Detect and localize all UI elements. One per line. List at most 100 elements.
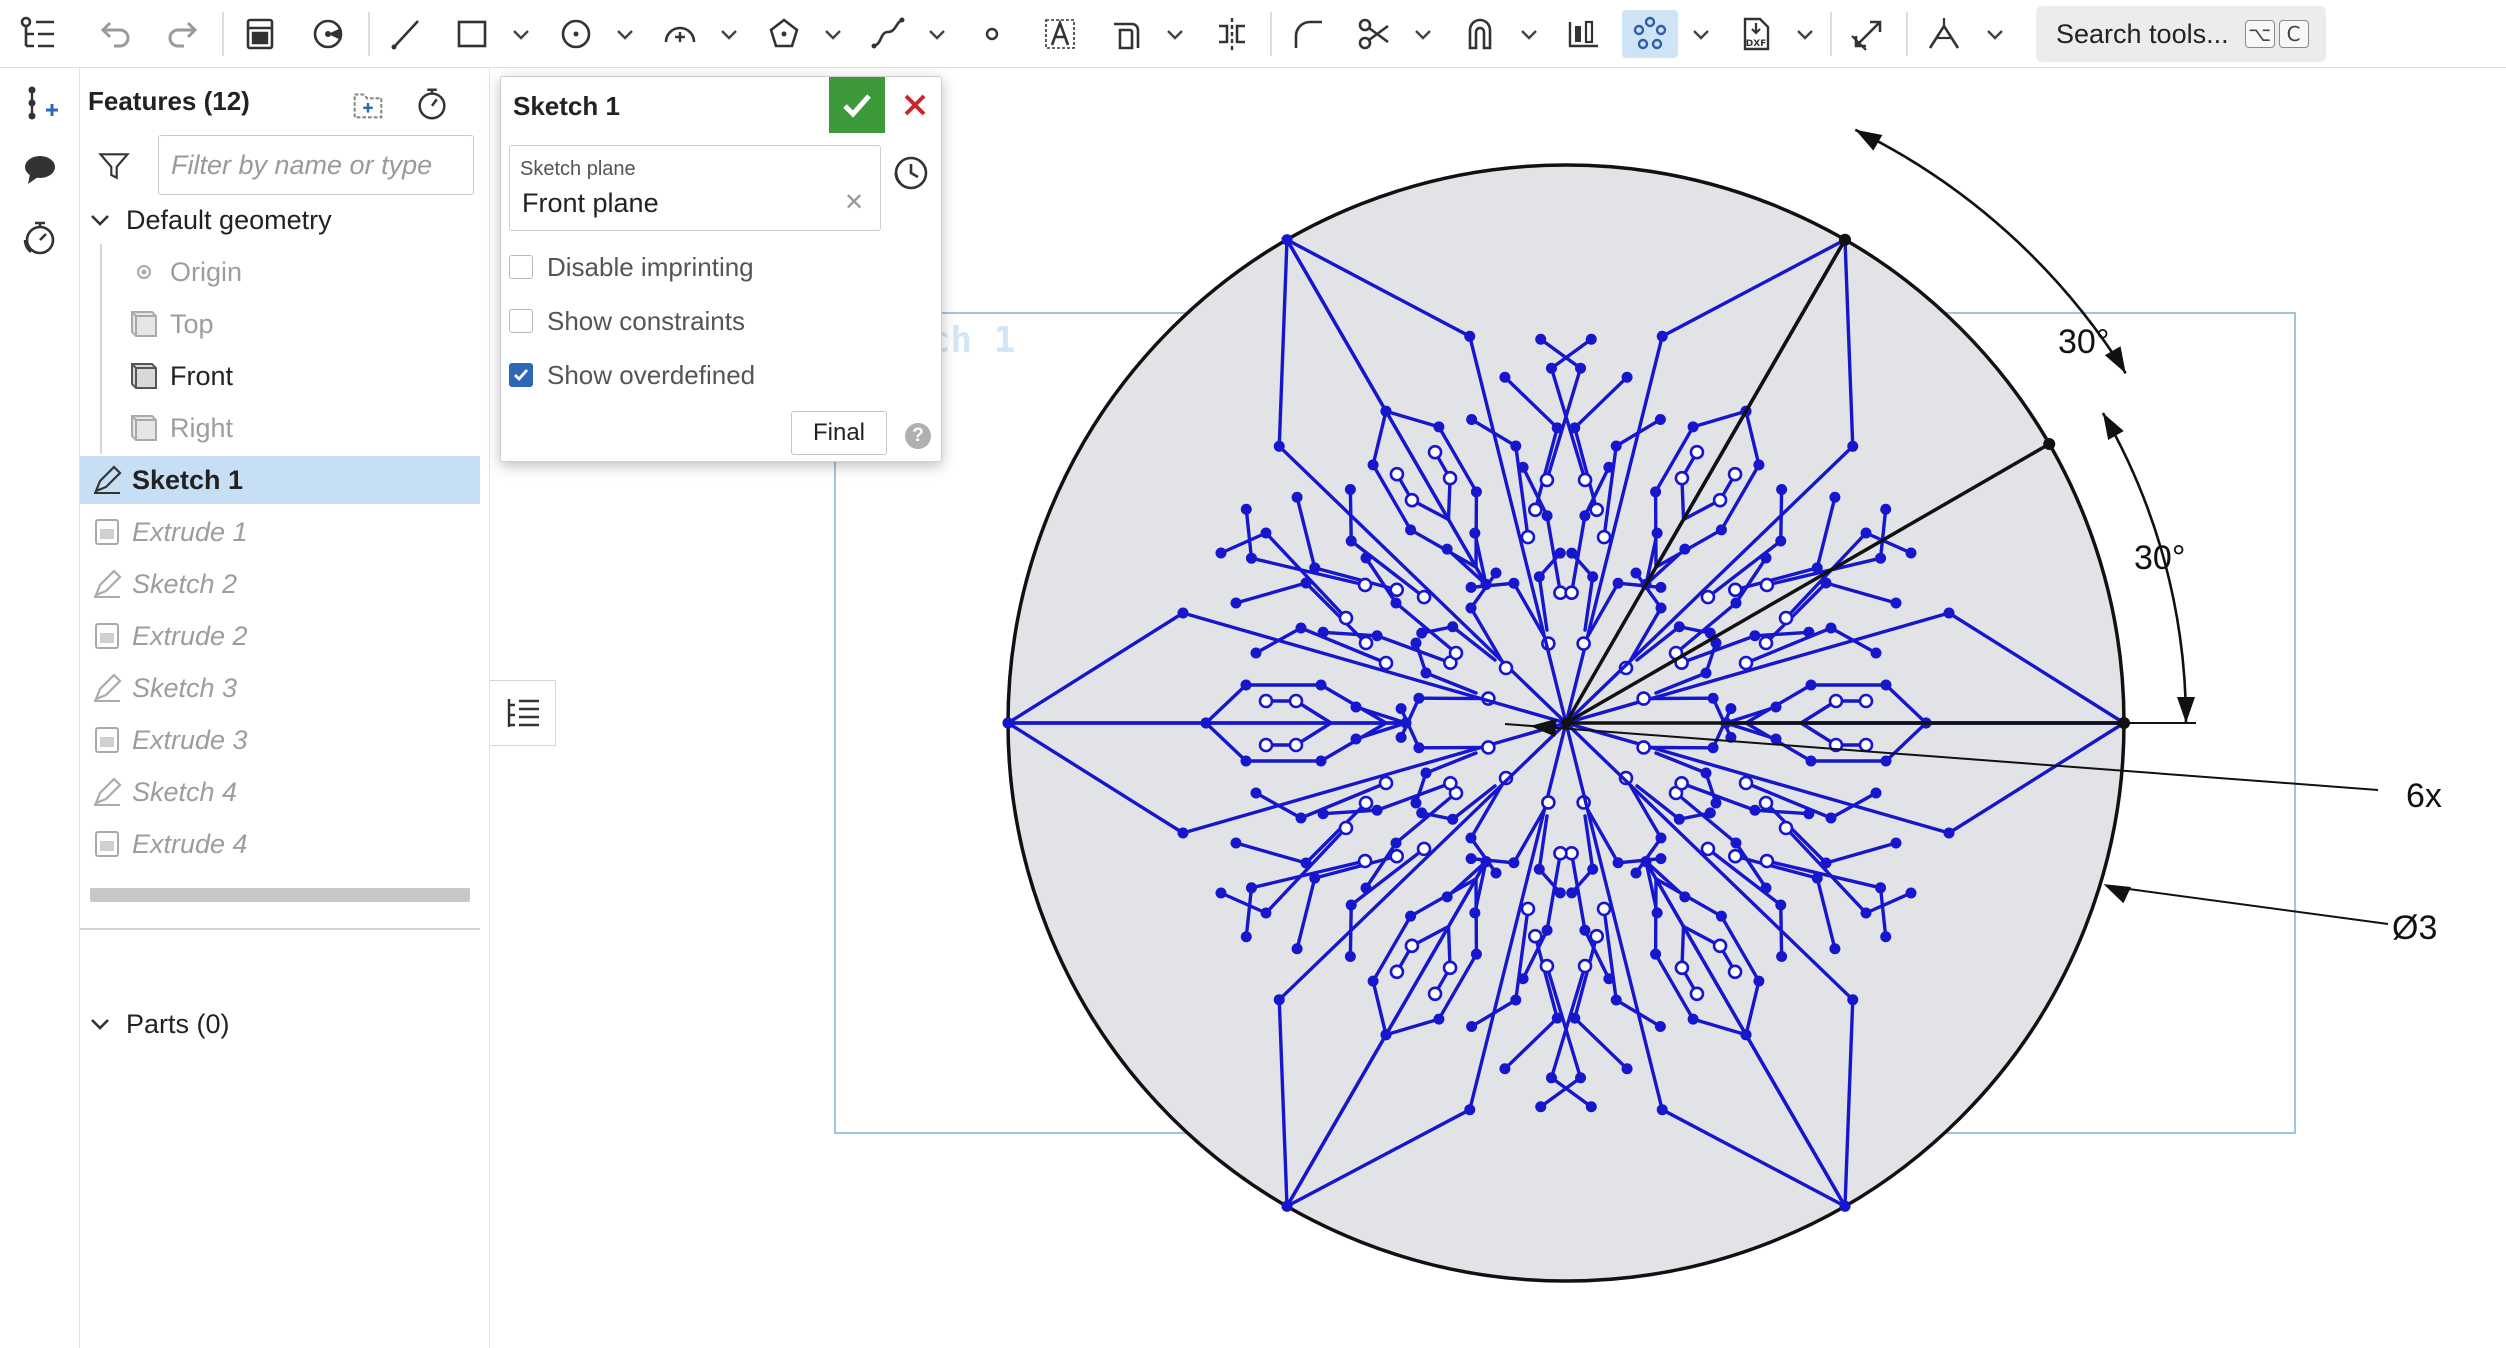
filter-icon[interactable] (92, 144, 136, 188)
chevron-down-icon[interactable] (1984, 24, 2006, 44)
sketch-point (1413, 742, 1425, 754)
arc-icon[interactable] (652, 10, 708, 58)
sketch-hollow-point (1288, 693, 1304, 709)
history-icon[interactable] (889, 151, 933, 195)
extrude-icon[interactable] (232, 10, 288, 58)
trim-icon[interactable] (1346, 10, 1402, 58)
circular-pattern-icon[interactable] (1622, 10, 1678, 58)
comment-icon[interactable] (14, 144, 66, 196)
feature-item-extrude-3[interactable]: Extrude 3 (80, 716, 480, 764)
rectangle-icon[interactable] (444, 10, 500, 58)
sketch-geometry[interactable]: Sketch 130°30°6xØ3 (834, 128, 2442, 1283)
search-tools-button[interactable]: Search tools... ⌥ C (2036, 6, 2326, 62)
add-feature-icon[interactable] (14, 76, 66, 128)
construction-icon[interactable] (1916, 10, 1972, 58)
sketch-point (1654, 414, 1666, 426)
sketch-point (1300, 857, 1312, 869)
tree-item-top[interactable]: Top (80, 300, 480, 348)
list-toggle-button[interactable] (490, 680, 556, 746)
help-icon[interactable]: ? (905, 423, 931, 449)
disable-imprinting-checkbox[interactable] (509, 255, 533, 279)
line-icon[interactable] (378, 10, 434, 58)
sketch-point (1621, 1063, 1633, 1075)
final-button[interactable]: Final (791, 411, 887, 455)
accept-button[interactable] (829, 77, 885, 133)
feature-item-extrude-1[interactable]: Extrude 1 (80, 508, 480, 556)
chevron-down-icon[interactable] (1412, 24, 1434, 44)
chevron-down-icon[interactable] (1794, 24, 1816, 44)
chevron-down-icon[interactable] (88, 208, 112, 232)
point-icon[interactable] (964, 10, 1020, 58)
sketch-point (1317, 808, 1329, 820)
use-icon[interactable] (1452, 10, 1508, 58)
feature-item-sketch-1[interactable]: Sketch 1 (80, 456, 480, 504)
sketch-point (1825, 622, 1837, 634)
parts-group[interactable]: Parts (0) (80, 1000, 480, 1048)
dxf-import-icon[interactable]: DXF (1728, 10, 1784, 58)
chevron-down-icon[interactable] (718, 24, 740, 44)
timer-icon[interactable] (14, 212, 66, 264)
cancel-button[interactable] (887, 77, 943, 133)
mirror-icon[interactable] (1204, 10, 1260, 58)
rollback-timer-icon[interactable] (410, 82, 454, 126)
redo-icon[interactable] (156, 10, 212, 58)
show-constraints-checkbox[interactable] (509, 309, 533, 333)
tree-item-label: Origin (170, 256, 243, 287)
default-geometry-group[interactable]: Default geometry (80, 196, 480, 244)
sketch-plane-field[interactable]: Sketch plane Front plane ✕ (509, 145, 881, 231)
feature-item-extrude-4[interactable]: Extrude 4 (80, 820, 480, 868)
show-constraints-option[interactable]: Show constraints (509, 301, 929, 341)
tree-item-front[interactable]: Front (80, 352, 480, 400)
sketch-point (1465, 581, 1477, 593)
tree-item-origin[interactable]: Origin (80, 248, 480, 296)
option-label: Disable imprinting (547, 251, 754, 282)
sketch-point (1466, 1020, 1478, 1032)
chevron-down-icon[interactable] (1164, 24, 1186, 44)
chevron-down-icon[interactable] (614, 24, 636, 44)
sketch-point (1371, 630, 1383, 642)
sketch-hollow-point (1520, 529, 1536, 545)
origin-point (1561, 718, 1571, 728)
onshape-app: DXF Search tools... ⌥ C Features (12) Fi… (0, 0, 2506, 1348)
linear-pattern-icon[interactable] (1556, 10, 1612, 58)
sketch-hollow-point (1576, 636, 1591, 651)
clear-icon[interactable]: ✕ (844, 188, 864, 217)
tree-item-right[interactable]: Right (80, 404, 480, 452)
chevron-down-icon[interactable] (510, 24, 532, 44)
feature-item-sketch-4[interactable]: Sketch 4 (80, 768, 480, 816)
chevron-down-icon[interactable] (822, 24, 844, 44)
sketch-point (1508, 577, 1520, 589)
show-overdefined-checkbox[interactable] (509, 363, 533, 387)
feature-item-sketch-2[interactable]: Sketch 2 (80, 560, 480, 608)
rollback-bar[interactable] (90, 888, 470, 902)
feature-item-sketch-3[interactable]: Sketch 3 (80, 664, 480, 712)
dimension-icon[interactable] (1840, 10, 1896, 58)
chevron-down-icon[interactable] (926, 24, 948, 44)
chevron-down-icon[interactable] (1690, 24, 1712, 44)
sketch-point (1240, 503, 1252, 515)
feature-item-extrude-2[interactable]: Extrude 2 (80, 612, 480, 660)
undo-icon[interactable] (86, 10, 142, 58)
circle-icon[interactable] (548, 10, 604, 58)
feature-list-icon[interactable] (10, 10, 66, 58)
show-overdefined-option[interactable]: Show overdefined (509, 355, 929, 395)
sketch-point (1281, 234, 1293, 246)
spline-icon[interactable] (860, 10, 916, 58)
sketch-plane-label: Sketch plane (520, 158, 636, 180)
sketch-hollow-point (1539, 472, 1555, 488)
sketch-point (1905, 547, 1917, 559)
sketch-hollow-point (1564, 585, 1579, 601)
sketch-point (1655, 581, 1667, 593)
revolve-icon[interactable] (300, 10, 356, 58)
chevron-down-icon[interactable] (88, 1012, 112, 1036)
polygon-icon[interactable] (756, 10, 812, 58)
chevron-down-icon[interactable] (1518, 24, 1540, 44)
sketch-point (1860, 907, 1872, 919)
sketch-point (1177, 607, 1189, 619)
filter-input[interactable] (158, 135, 474, 195)
text-icon[interactable] (1032, 10, 1088, 58)
disable-imprinting-option[interactable]: Disable imprinting (509, 247, 929, 287)
offset-icon[interactable] (1098, 10, 1154, 58)
add-folder-icon[interactable] (346, 82, 390, 126)
fillet-icon[interactable] (1280, 10, 1336, 58)
